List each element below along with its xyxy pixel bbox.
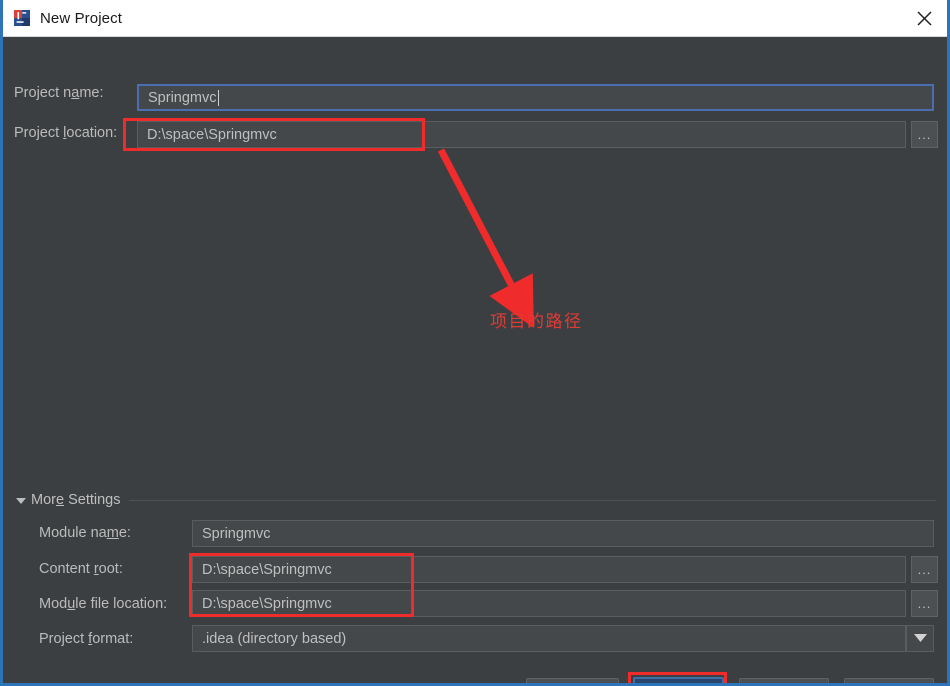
project-name-input[interactable]: Springmvc bbox=[137, 84, 934, 111]
dialog-body: Project name: Springmvc Project location… bbox=[3, 37, 947, 683]
ellipsis-icon: ... bbox=[917, 561, 932, 577]
chevron-down-icon bbox=[16, 497, 26, 504]
chevron-down-icon bbox=[913, 634, 927, 642]
module-name-value: Springmvc bbox=[202, 525, 271, 542]
ellipsis-icon: ... bbox=[917, 126, 932, 142]
new-project-dialog: New Project Project name: Springmvc Proj… bbox=[0, 0, 950, 686]
module-file-location-value: D:\space\Springmvc bbox=[202, 595, 332, 612]
project-format-label: Project format: bbox=[39, 631, 134, 647]
module-name-input[interactable]: Springmvc bbox=[192, 520, 934, 547]
previous-button[interactable]: Previous bbox=[526, 678, 619, 683]
content-root-browse-button[interactable]: ... bbox=[911, 556, 938, 583]
text-caret bbox=[217, 89, 219, 106]
module-file-location-input[interactable]: D:\space\Springmvc bbox=[192, 590, 906, 617]
help-button[interactable]: Help bbox=[844, 678, 934, 683]
project-location-browse-button[interactable]: ... bbox=[911, 121, 938, 148]
annotation-arrow-icon bbox=[437, 148, 534, 329]
more-settings-toggle[interactable]: More Settings bbox=[16, 492, 936, 508]
separator-line bbox=[129, 499, 936, 501]
content-root-value: D:\space\Springmvc bbox=[202, 561, 332, 578]
finish-button[interactable]: Finish bbox=[633, 677, 724, 683]
module-name-row: Module name: bbox=[39, 525, 131, 541]
intellij-idea-icon bbox=[13, 9, 31, 27]
project-location-input[interactable]: D:\space\Springmvc bbox=[137, 121, 906, 148]
module-name-label: Module name: bbox=[39, 525, 131, 541]
content-root-label: Content root: bbox=[39, 561, 123, 577]
ellipsis-icon: ... bbox=[917, 595, 932, 611]
annotation-note-text: 项目的路径 bbox=[490, 312, 583, 332]
window-title: New Project bbox=[40, 9, 122, 27]
module-file-location-row: Module file location: bbox=[39, 596, 167, 612]
module-file-location-browse-button[interactable]: ... bbox=[911, 590, 938, 617]
content-root-input[interactable]: D:\space\Springmvc bbox=[192, 556, 906, 583]
project-location-value: D:\space\Springmvc bbox=[147, 126, 277, 143]
project-name-label: Project name: bbox=[14, 85, 104, 101]
project-location-label: Project location: bbox=[14, 125, 118, 141]
cancel-button[interactable]: Cancel bbox=[739, 678, 829, 683]
more-settings-label: More Settings bbox=[31, 492, 121, 508]
module-file-location-label: Module file location: bbox=[39, 596, 168, 612]
content-root-row: Content root: bbox=[39, 561, 123, 577]
project-format-row: Project format: bbox=[39, 631, 133, 647]
title-bar: New Project bbox=[3, 0, 947, 37]
project-name-value: Springmvc bbox=[148, 89, 217, 106]
project-format-select[interactable]: .idea (directory based) bbox=[192, 625, 906, 652]
close-icon[interactable] bbox=[901, 0, 947, 36]
project-format-dropdown-button[interactable] bbox=[906, 625, 934, 652]
project-format-value: .idea (directory based) bbox=[202, 630, 347, 647]
